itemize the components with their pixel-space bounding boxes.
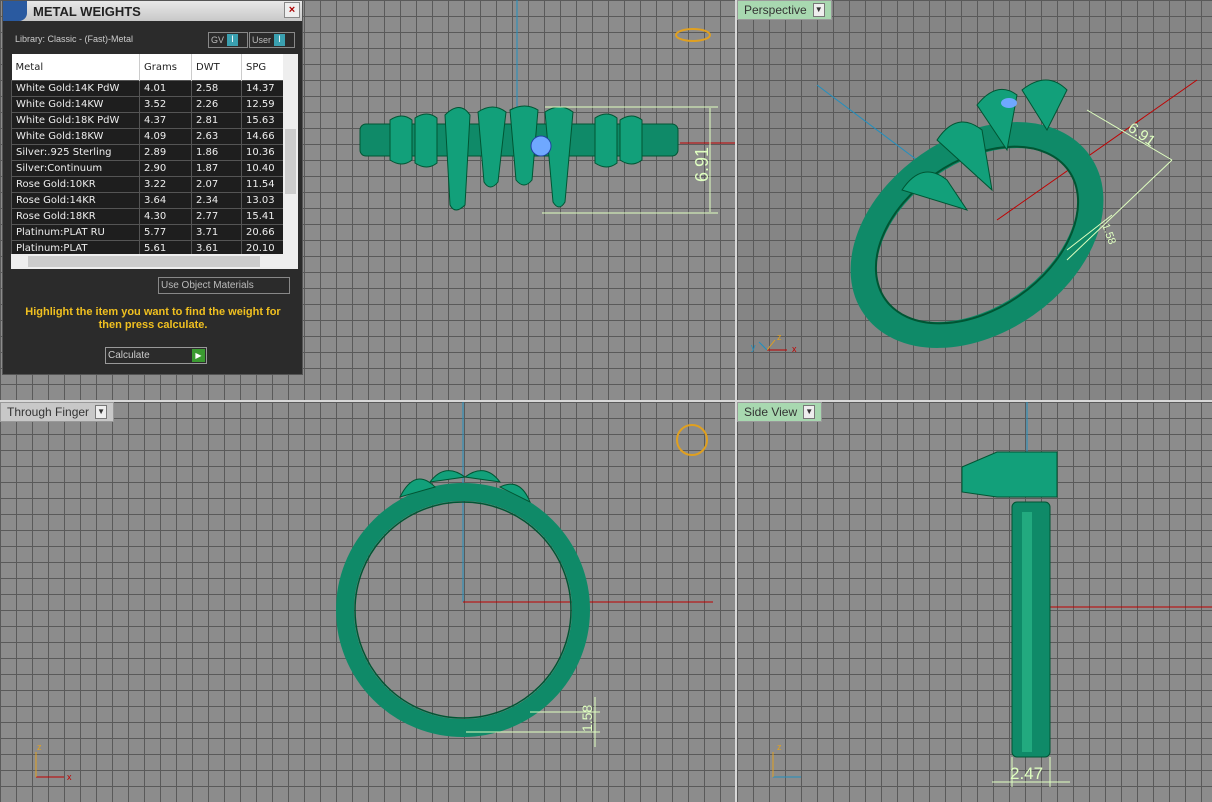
table-row[interactable]: White Gold:14KW 3.52 2.26 12.59 xyxy=(11,96,291,113)
table-cell: 4.37 xyxy=(139,112,192,129)
metal-weights-panel: METAL WEIGHTS × Library: Classic - (Fast)… xyxy=(2,0,303,375)
column-header[interactable]: Metal xyxy=(11,54,140,81)
side-view-menu[interactable]: Side View ▼ xyxy=(737,402,823,422)
side-width-dimension: 2.47 xyxy=(1010,764,1043,783)
perspective-ring-model: 6.91 1.58 xz y xyxy=(751,79,1198,354)
table-cell: 2.90 xyxy=(139,160,192,177)
viewport-through-finger[interactable]: 1.58 x z Through Finger ▼ xyxy=(0,402,735,802)
gv-toggle-indicator: I xyxy=(227,34,239,46)
through-finger-label: Through Finger xyxy=(7,405,90,419)
instruction-message: Highlight the item you want to find the … xyxy=(25,306,281,331)
svg-text:z: z xyxy=(37,742,42,752)
svg-text:y: y xyxy=(751,342,756,352)
perspective-label: Perspective xyxy=(744,3,807,17)
table-cell: 3.64 xyxy=(139,192,192,209)
through-finger-view-menu[interactable]: Through Finger ▼ xyxy=(0,402,115,422)
table-cell: 2.34 xyxy=(191,192,242,209)
table-row[interactable]: White Gold:14K PdW 4.01 2.58 14.37 xyxy=(11,80,291,97)
table-cell: Silver:Continuum xyxy=(11,160,140,177)
perspective-view-menu[interactable]: Perspective ▼ xyxy=(737,0,832,20)
table-cell: 4.09 xyxy=(139,128,192,145)
table-cell: 3.22 xyxy=(139,176,192,193)
finger-thickness-dimension: 1.58 xyxy=(579,705,595,732)
library-label: Library: Classic - (Fast)-Metal xyxy=(15,34,134,44)
table-cell: White Gold:14K PdW xyxy=(11,80,140,97)
through-finger-ring-model: 1.58 x z xyxy=(35,402,713,782)
table-row[interactable]: White Gold:18KW 4.09 2.63 14.66 xyxy=(11,128,291,145)
table-cell: White Gold:14KW xyxy=(11,96,140,113)
table-cell: 2.63 xyxy=(191,128,242,145)
user-toggle[interactable]: User I xyxy=(249,32,295,48)
use-object-materials-toggle[interactable]: Use Object Materials xyxy=(158,277,290,294)
ring-orientation-icon xyxy=(676,424,708,456)
table-cell: Rose Gold:14KR xyxy=(11,192,140,209)
ring-orientation-icon xyxy=(675,28,711,42)
table-cell: 2.58 xyxy=(191,80,242,97)
table-cell: 5.77 xyxy=(139,224,192,241)
panel-title: METAL WEIGHTS xyxy=(33,3,141,19)
chevron-down-icon: ▼ xyxy=(95,405,108,419)
side-ring-model: 2.47 z xyxy=(772,402,1212,787)
table-cell: 1.86 xyxy=(191,144,242,161)
table-row[interactable]: Rose Gold:10KR 3.22 2.07 11.54 xyxy=(11,176,291,193)
table-cell: Platinum:PLAT RU xyxy=(11,224,140,241)
chevron-down-icon: ▼ xyxy=(812,3,825,17)
viewport-side[interactable]: 2.47 z Side View ▼ xyxy=(737,402,1212,802)
table-row[interactable]: Rose Gold:18KR 4.30 2.77 15.41 xyxy=(11,208,291,225)
table-cell: White Gold:18KW xyxy=(11,128,140,145)
side-view-label: Side View xyxy=(744,405,798,419)
gv-toggle[interactable]: GV I xyxy=(208,32,248,48)
close-button[interactable]: × xyxy=(284,2,300,18)
svg-text:x: x xyxy=(67,772,72,782)
table-cell: 2.81 xyxy=(191,112,242,129)
calculate-label: Calculate xyxy=(108,350,150,361)
table-cell: 2.77 xyxy=(191,208,242,225)
column-header[interactable]: DWT xyxy=(191,54,242,81)
svg-text:z: z xyxy=(777,332,782,342)
table-cell: 4.30 xyxy=(139,208,192,225)
table-cell: 3.52 xyxy=(139,96,192,113)
table-cell: Silver:.925 Sterling xyxy=(11,144,140,161)
use-object-materials-label: Use Object Materials xyxy=(161,280,254,291)
metal-table: Metal Grams DWT SPG White Gold:14K PdW 4.01 2.… xyxy=(11,54,291,257)
gv-label: GV xyxy=(211,35,225,45)
table-row[interactable]: White Gold:18K PdW 4.37 2.81 15.63 xyxy=(11,112,291,129)
table-row[interactable]: Platinum:PLAT RU 5.77 3.71 20.66 xyxy=(11,224,291,241)
table-row[interactable]: Rose Gold:14KR 3.64 2.34 13.03 xyxy=(11,192,291,209)
user-toggle-indicator: I xyxy=(274,34,286,46)
table-row[interactable]: Silver:Continuum 2.90 1.87 10.40 xyxy=(11,160,291,177)
front-height-dimension: 6.91 xyxy=(692,147,712,182)
viewport-perspective[interactable]: 6.91 1.58 xz y Perspective ▼ xyxy=(737,0,1212,400)
svg-text:x: x xyxy=(792,344,797,354)
table-cell: White Gold:18K PdW xyxy=(11,112,140,129)
table-cell: 2.07 xyxy=(191,176,242,193)
chevron-down-icon: ▼ xyxy=(803,405,816,419)
perspective-height-dimension: 6.91 xyxy=(1125,119,1159,150)
app-logo-icon xyxy=(3,1,27,21)
table-cell: 3.71 xyxy=(191,224,242,241)
axis-gizmo: xz y xyxy=(751,332,797,354)
table-row[interactable]: Silver:.925 Sterling 2.89 1.86 10.36 xyxy=(11,144,291,161)
play-icon: ▶ xyxy=(192,349,205,362)
perspective-thickness-dimension: 1.58 xyxy=(1099,222,1118,246)
table-cell: Rose Gold:10KR xyxy=(11,176,140,193)
svg-text:z: z xyxy=(777,742,782,752)
column-header[interactable]: Grams xyxy=(139,54,192,81)
table-cell: 2.89 xyxy=(139,144,192,161)
table-vertical-scrollbar[interactable] xyxy=(283,54,298,254)
table-cell: 1.87 xyxy=(191,160,242,177)
table-cell: Rose Gold:18KR xyxy=(11,208,140,225)
user-label: User xyxy=(252,35,272,45)
table-horizontal-scrollbar[interactable] xyxy=(11,254,298,269)
table-cell: 2.26 xyxy=(191,96,242,113)
table-cell: 4.01 xyxy=(139,80,192,97)
calculate-button[interactable]: Calculate ▶ xyxy=(105,347,207,364)
